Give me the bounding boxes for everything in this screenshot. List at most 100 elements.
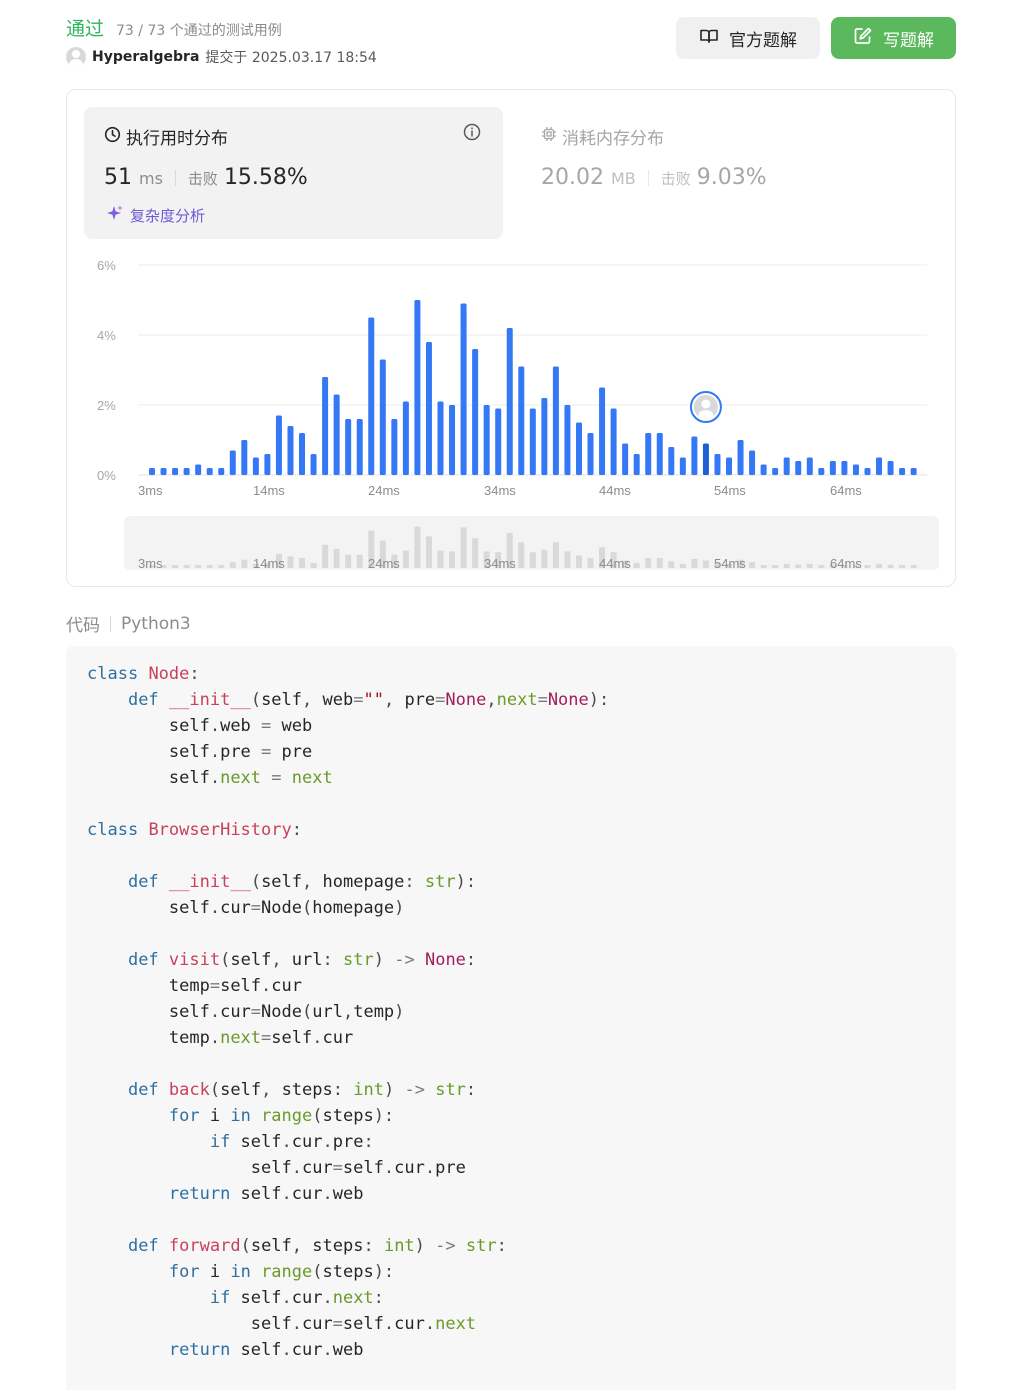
code-token: pre — [220, 742, 262, 762]
code-content[interactable]: class Node: def __init__(self, web="", p… — [87, 661, 609, 1363]
chart-bar — [783, 457, 790, 475]
submission-header: 通过 73 / 73 个通过的测试用例 Hyperalgebra 提交于 202… — [66, 14, 956, 74]
code-token: int — [353, 1080, 384, 1100]
memory-beat-label: 击败 — [660, 170, 691, 188]
submitted-time: 提交于 2025.03.17 18:54 — [205, 50, 377, 66]
chart-bar — [726, 457, 732, 475]
chart-bar — [876, 457, 883, 475]
code-line: return self.cur.web — [87, 1337, 609, 1363]
language-label: Python3 — [121, 613, 191, 634]
y-tick-label: 6% — [97, 258, 116, 273]
chart-bar — [622, 443, 629, 475]
memory-unit: MB — [610, 169, 636, 188]
code-token: class — [87, 820, 139, 840]
code-token: ( — [250, 872, 262, 892]
code-token: self — [261, 690, 303, 710]
x-tick-label: 34ms — [484, 483, 516, 498]
write-solution-button[interactable]: 写题解 — [831, 17, 956, 59]
code-token: : — [363, 1132, 374, 1152]
code-token: self — [87, 1002, 210, 1022]
code-token: , — [486, 690, 497, 710]
code-token: = — [209, 976, 221, 996]
code-token: -> — [435, 1236, 456, 1256]
chart-bar — [356, 419, 363, 475]
navigator-bar — [795, 564, 802, 568]
code-token: ( — [302, 1002, 313, 1022]
navigator-bar — [195, 565, 202, 568]
code-token: homepage — [312, 898, 395, 918]
chart-bar — [425, 342, 432, 475]
code-token: BrowserHistory — [148, 820, 292, 840]
x-tick-label: 3ms — [138, 483, 163, 498]
runtime-value: 51 — [104, 165, 132, 190]
memory-beat-percent: 9.03% — [696, 165, 767, 190]
code-token: self — [230, 1340, 282, 1360]
chart-bar — [841, 461, 848, 475]
code-token: . — [261, 976, 272, 996]
chart-bar — [887, 461, 894, 475]
code-token: range — [261, 1106, 313, 1126]
write-solution-label: 写题解 — [883, 30, 934, 51]
code-token: = — [250, 1002, 262, 1022]
complexity-analysis-link[interactable]: 复杂度分析 — [104, 204, 205, 226]
code-token: . — [322, 1340, 333, 1360]
code-token: str — [435, 1080, 466, 1100]
code-token: cur — [322, 1028, 354, 1048]
chart-bar — [691, 436, 698, 475]
code-token: = — [271, 768, 282, 788]
code-token: str — [465, 1236, 497, 1256]
memory-tab[interactable]: 消耗内存分布 — [541, 124, 664, 149]
navigator-bar — [402, 550, 409, 568]
code-token: : — [332, 1080, 343, 1100]
chart-bar — [299, 433, 306, 475]
runtime-tab[interactable]: 执行用时分布 51 ms 击败 15.58% 复杂度分析 — [84, 107, 503, 239]
code-token: : — [363, 1236, 374, 1256]
code-token: cur — [301, 1314, 333, 1334]
performance-card: 执行用时分布 51 ms 击败 15.58% 复杂度分析 消耗内存分布 20.0… — [66, 89, 956, 587]
code-block[interactable]: class Node: def __init__(self, web="", p… — [66, 646, 956, 1390]
code-token: ) — [394, 898, 405, 918]
runtime-distribution-chart: 6% 4% 2% 0% 3ms 14ms 24ms 34ms 44ms 54ms 64ms 3ms 14… — [67, 250, 955, 585]
code-token: if — [209, 1288, 231, 1308]
code-line: self.cur=self.cur.next — [87, 1311, 609, 1337]
memory-title-label: 消耗内存分布 — [562, 129, 664, 149]
code-token: . — [424, 1158, 436, 1178]
runtime-title: 执行用时分布 — [104, 124, 228, 149]
code-token: web — [332, 1184, 364, 1204]
code-token: . — [281, 1288, 292, 1308]
navigator-bar — [356, 554, 363, 568]
code-token: next — [220, 768, 262, 788]
navigator-bar — [425, 536, 432, 568]
navigator-bar — [876, 563, 883, 568]
official-solution-button[interactable]: 官方题解 — [676, 17, 820, 59]
user-avatar[interactable] — [66, 47, 86, 67]
navigator-bar — [333, 548, 340, 568]
navigator-bar — [529, 552, 536, 568]
navigator-bar — [668, 561, 675, 568]
chart-bar — [506, 328, 513, 475]
code-token: . — [322, 1184, 333, 1204]
code-label: 代码 — [66, 616, 100, 636]
username-link[interactable]: Hyperalgebra — [92, 49, 199, 65]
code-token: . — [281, 1132, 292, 1152]
chip-icon — [541, 126, 557, 147]
chart-bar — [587, 433, 594, 475]
chart-bar — [668, 447, 675, 475]
code-token: : — [189, 664, 200, 684]
code-token: : — [465, 1080, 477, 1100]
chart-bar — [910, 468, 917, 475]
navigator-bar — [910, 565, 917, 568]
info-icon[interactable] — [463, 123, 481, 141]
navigator-bar — [437, 550, 444, 568]
code-line: if self.cur.next: — [87, 1285, 609, 1311]
code-line: for i in range(steps): — [87, 1259, 609, 1285]
code-token: url — [312, 1002, 343, 1022]
